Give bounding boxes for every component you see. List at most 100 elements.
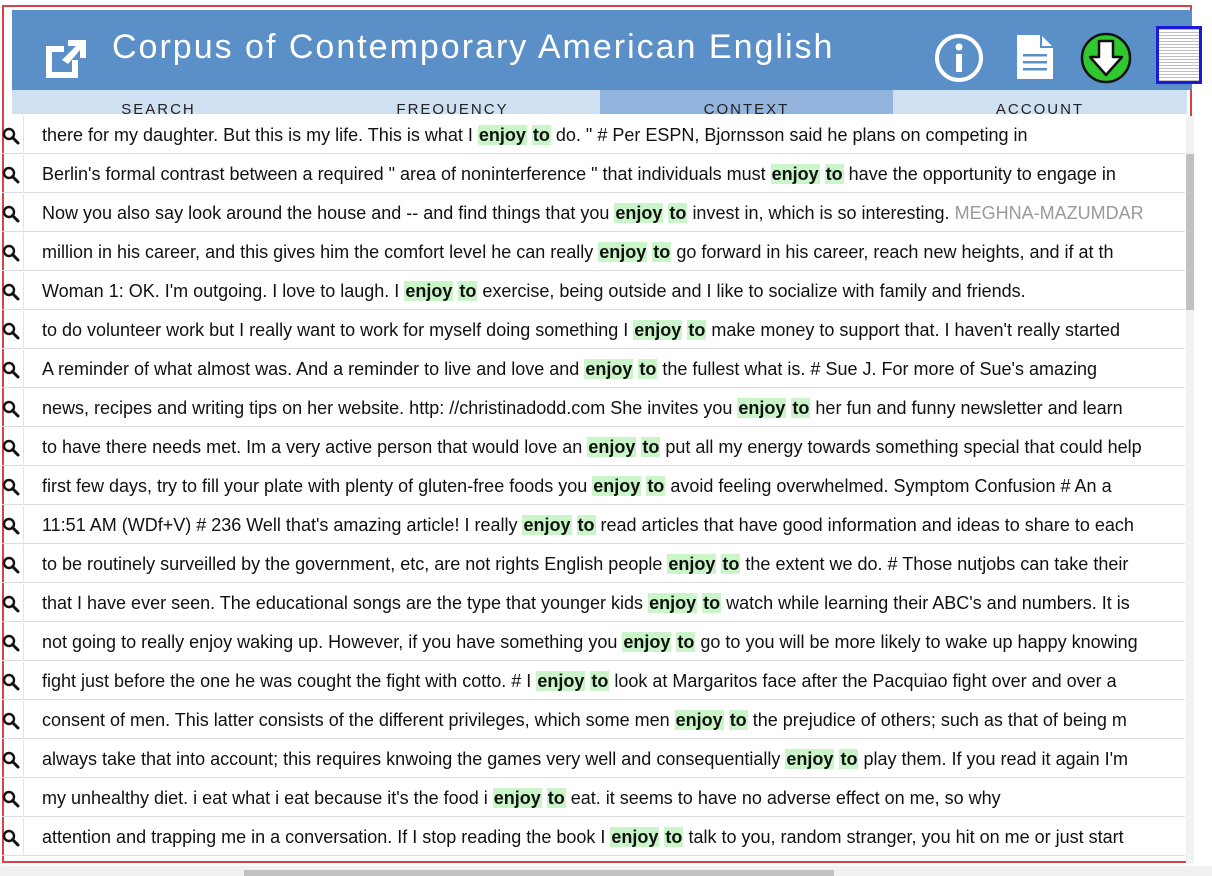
magnifier-icon[interactable] (2, 439, 20, 457)
result-row[interactable]: Berlin's formal contrast between a requi… (2, 155, 1185, 193)
left-context: Woman 1: OK. I'm outgoing. I love to lau… (42, 281, 400, 301)
right-context: exercise, being outside and I like to so… (482, 281, 1026, 301)
result-row[interactable]: my unhealthy diet. i eat what i eat beca… (2, 779, 1185, 817)
magnifier-icon[interactable] (2, 673, 20, 691)
magnifier-icon[interactable] (2, 361, 20, 379)
result-row[interactable]: fight just before the one he was cought … (2, 662, 1185, 700)
tab-search[interactable]: SEARCH (12, 90, 305, 114)
result-row[interactable]: A reminder of what almost was. And a rem… (2, 350, 1185, 388)
search-cell[interactable] (2, 311, 24, 349)
vertical-scrollbar-thumb[interactable] (1186, 154, 1194, 310)
magnifier-icon[interactable] (2, 595, 20, 613)
keyword-enjoy: enjoy (587, 437, 637, 457)
right-context: read articles that have good information… (600, 515, 1134, 535)
search-cell[interactable] (2, 701, 24, 739)
keyword-to: to (664, 827, 684, 847)
result-row[interactable]: 11:51 AM (WDf+V) # 236 Well that's amazi… (2, 506, 1185, 544)
result-row[interactable]: that I have ever seen. The educational s… (2, 584, 1185, 622)
keyword-enjoy: enjoy (667, 554, 717, 574)
magnifier-icon[interactable] (2, 478, 20, 496)
result-row[interactable]: first few days, try to fill your plate w… (2, 467, 1185, 505)
search-cell[interactable] (2, 545, 24, 583)
tab-context[interactable]: CONTEXT (600, 90, 893, 114)
right-context: the prejudice of others; such as that of… (752, 710, 1127, 730)
magnifier-icon[interactable] (2, 283, 20, 301)
speaker-tag: MEGHNA-MAZUMDAR (954, 203, 1144, 223)
search-cell[interactable] (2, 116, 24, 154)
search-cell[interactable] (2, 350, 24, 388)
magnifier-icon[interactable] (2, 205, 20, 223)
search-cell[interactable] (2, 233, 24, 271)
result-row[interactable]: not going to really enjoy waking up. How… (2, 623, 1185, 661)
magnifier-icon[interactable] (2, 634, 20, 652)
magnifier-icon[interactable] (2, 244, 20, 262)
search-cell[interactable] (2, 740, 24, 778)
concordance-line: that I have ever seen. The educational s… (42, 584, 1130, 622)
result-row[interactable]: news, recipes and writing tips on her we… (2, 389, 1185, 427)
vertical-scrollbar[interactable] (1186, 116, 1194, 863)
search-cell[interactable] (2, 584, 24, 622)
download-icon[interactable] (1080, 32, 1132, 84)
magnifier-icon[interactable] (2, 829, 20, 847)
concordance-line: Now you also say look around the house a… (42, 194, 1144, 232)
concordance-line: fight just before the one he was cought … (42, 662, 1117, 700)
search-cell[interactable] (2, 428, 24, 466)
tab-account[interactable]: ACCOUNT (893, 90, 1187, 114)
concordance-line: always take that into account; this requ… (42, 740, 1128, 778)
magnifier-icon[interactable] (2, 712, 20, 730)
info-icon[interactable] (934, 33, 984, 83)
keyword-enjoy: enjoy (522, 515, 572, 535)
horizontal-scrollbar[interactable] (0, 866, 1212, 876)
magnifier-icon[interactable] (2, 517, 20, 535)
document-icon[interactable] (1014, 32, 1056, 82)
keyword-to: to (458, 281, 478, 301)
left-context: there for my daughter. But this is my li… (42, 125, 473, 145)
search-cell[interactable] (2, 506, 24, 544)
result-row[interactable]: to have there needs met. Im a very activ… (2, 428, 1185, 466)
search-cell[interactable] (2, 155, 24, 193)
search-cell[interactable] (2, 818, 24, 856)
right-context: avoid feeling overwhelmed. Symptom Confu… (670, 476, 1112, 496)
tab-frequency[interactable]: FREQUENCY (305, 90, 600, 114)
result-row[interactable]: million in his career, and this gives hi… (2, 233, 1185, 271)
result-row[interactable]: Woman 1: OK. I'm outgoing. I love to lau… (2, 272, 1185, 310)
magnifier-icon[interactable] (2, 400, 20, 418)
result-row[interactable]: to do volunteer work but I really want t… (2, 311, 1185, 349)
result-row[interactable]: Now you also say look around the house a… (2, 194, 1185, 232)
horizontal-scrollbar-thumb[interactable] (244, 870, 834, 876)
left-context: always take that into account; this requ… (42, 749, 781, 769)
keyword-enjoy: enjoy (404, 281, 454, 301)
search-cell[interactable] (2, 194, 24, 232)
right-context: her fun and funny newsletter and learn (815, 398, 1123, 418)
magnifier-icon[interactable] (2, 166, 20, 184)
search-cell[interactable] (2, 779, 24, 817)
keyword-enjoy: enjoy (592, 476, 642, 496)
magnifier-icon[interactable] (2, 790, 20, 808)
external-link-icon[interactable] (40, 32, 88, 80)
result-row[interactable]: attention and trapping me in a conversat… (2, 818, 1185, 856)
search-cell[interactable] (2, 662, 24, 700)
search-cell[interactable] (2, 389, 24, 427)
keyword-enjoy: enjoy (492, 788, 542, 808)
magnifier-icon[interactable] (2, 127, 20, 145)
result-row[interactable]: there for my daughter. But this is my li… (2, 116, 1185, 154)
result-row[interactable]: always take that into account; this requ… (2, 740, 1185, 778)
search-cell[interactable] (2, 467, 24, 505)
concordance-line: A reminder of what almost was. And a rem… (42, 350, 1097, 388)
search-cell[interactable] (2, 623, 24, 661)
search-cell[interactable] (2, 272, 24, 310)
keyword-to: to (668, 203, 688, 223)
keyword-enjoy: enjoy (610, 827, 660, 847)
left-context: consent of men. This latter consists of … (42, 710, 670, 730)
left-context: Now you also say look around the house a… (42, 203, 610, 223)
magnifier-icon[interactable] (2, 322, 20, 340)
left-context: 11:51 AM (WDf+V) # 236 Well that's amazi… (42, 515, 518, 535)
magnifier-icon[interactable] (2, 556, 20, 574)
result-row[interactable]: to be routinely surveilled by the govern… (2, 545, 1185, 583)
page-thumbnail-icon[interactable] (1156, 26, 1202, 84)
magnifier-icon[interactable] (2, 751, 20, 769)
keyword-to: to (646, 476, 666, 496)
result-row[interactable]: consent of men. This latter consists of … (2, 701, 1185, 739)
keyword-enjoy: enjoy (622, 632, 672, 652)
keyword-to: to (676, 632, 696, 652)
